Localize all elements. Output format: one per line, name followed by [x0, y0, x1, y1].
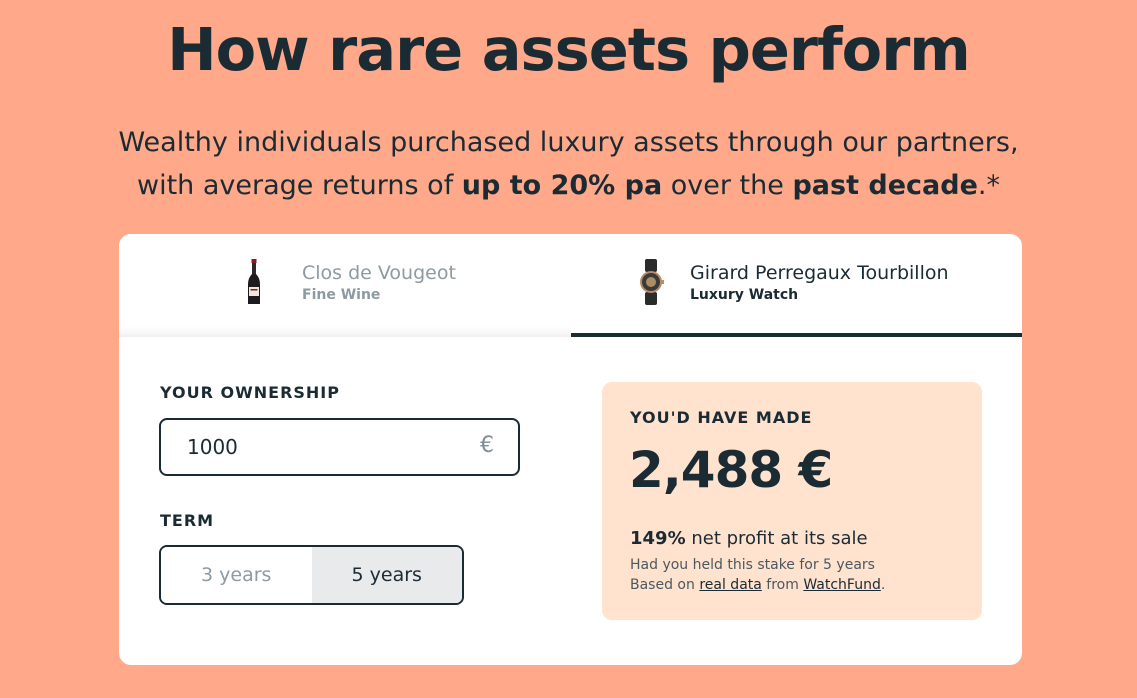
subtitle-highlight-period: past decade: [792, 170, 978, 201]
asset-tabs: Clos de Vougeot Fine Wine Girard Perrega…: [119, 234, 1022, 337]
tab-subtitle: Fine Wine: [302, 287, 381, 303]
page: How rare assets perform Wealthy individu…: [0, 0, 1137, 698]
page-subtitle: Wealthy individuals purchased luxury ass…: [0, 121, 1137, 207]
net-profit: 149% net profit at its sale: [630, 528, 868, 549]
ownership-field[interactable]: €: [159, 418, 520, 476]
page-title: How rare assets perform: [167, 15, 971, 84]
ownership-input[interactable]: [187, 432, 447, 462]
subtitle-line-2: with average returns of up to 20% pa ove…: [0, 164, 1137, 207]
tab-title: Girard Perregaux Tourbillon: [690, 262, 949, 284]
tab-luxury-watch[interactable]: Girard Perregaux Tourbillon Luxury Watch: [571, 234, 1022, 337]
source-note-text: Based on: [630, 577, 700, 593]
term-option-5-years[interactable]: 5 years: [311, 547, 462, 603]
watch-icon: [640, 259, 664, 305]
term-selector: 3 years 5 years: [159, 545, 464, 605]
ownership-label: YOUR OWNERSHIP: [160, 383, 340, 402]
result-label: YOU'D HAVE MADE: [630, 408, 813, 427]
net-profit-percent: 149%: [630, 528, 686, 549]
subtitle-text: .*: [977, 170, 1000, 201]
subtitle-highlight-returns: up to 20% pa: [461, 170, 663, 201]
source-note: Based on real data from WatchFund.: [630, 575, 885, 595]
source-note-text: from: [761, 577, 804, 593]
tab-fine-wine[interactable]: Clos de Vougeot Fine Wine: [119, 234, 571, 337]
real-data-link[interactable]: real data: [699, 577, 762, 593]
tab-fine-wine-text: Clos de Vougeot Fine Wine: [302, 261, 456, 305]
tab-title: Clos de Vougeot: [302, 262, 456, 284]
holding-note: Had you held this stake for 5 years: [630, 557, 875, 573]
subtitle-line-1: Wealthy individuals purchased luxury ass…: [118, 127, 1019, 158]
term-option-3-years[interactable]: 3 years: [161, 547, 312, 603]
subtitle-text: over the: [662, 170, 793, 201]
watchfund-link[interactable]: WatchFund: [803, 577, 881, 593]
net-profit-text: net profit at its sale: [685, 528, 868, 549]
result-value: 2,488 €: [629, 441, 833, 499]
currency-symbol: €: [480, 433, 494, 458]
subtitle-text: with average returns of: [137, 170, 462, 201]
tab-luxury-watch-text: Girard Perregaux Tourbillon Luxury Watch: [690, 261, 949, 305]
tab-subtitle: Luxury Watch: [690, 287, 799, 303]
result-panel: YOU'D HAVE MADE 2,488 € 149% net profit …: [602, 382, 982, 620]
term-label: TERM: [160, 511, 215, 530]
calculator-card: Clos de Vougeot Fine Wine Girard Perrega…: [119, 234, 1022, 665]
wine-bottle-icon: [248, 259, 260, 304]
source-note-text: .: [880, 577, 886, 593]
